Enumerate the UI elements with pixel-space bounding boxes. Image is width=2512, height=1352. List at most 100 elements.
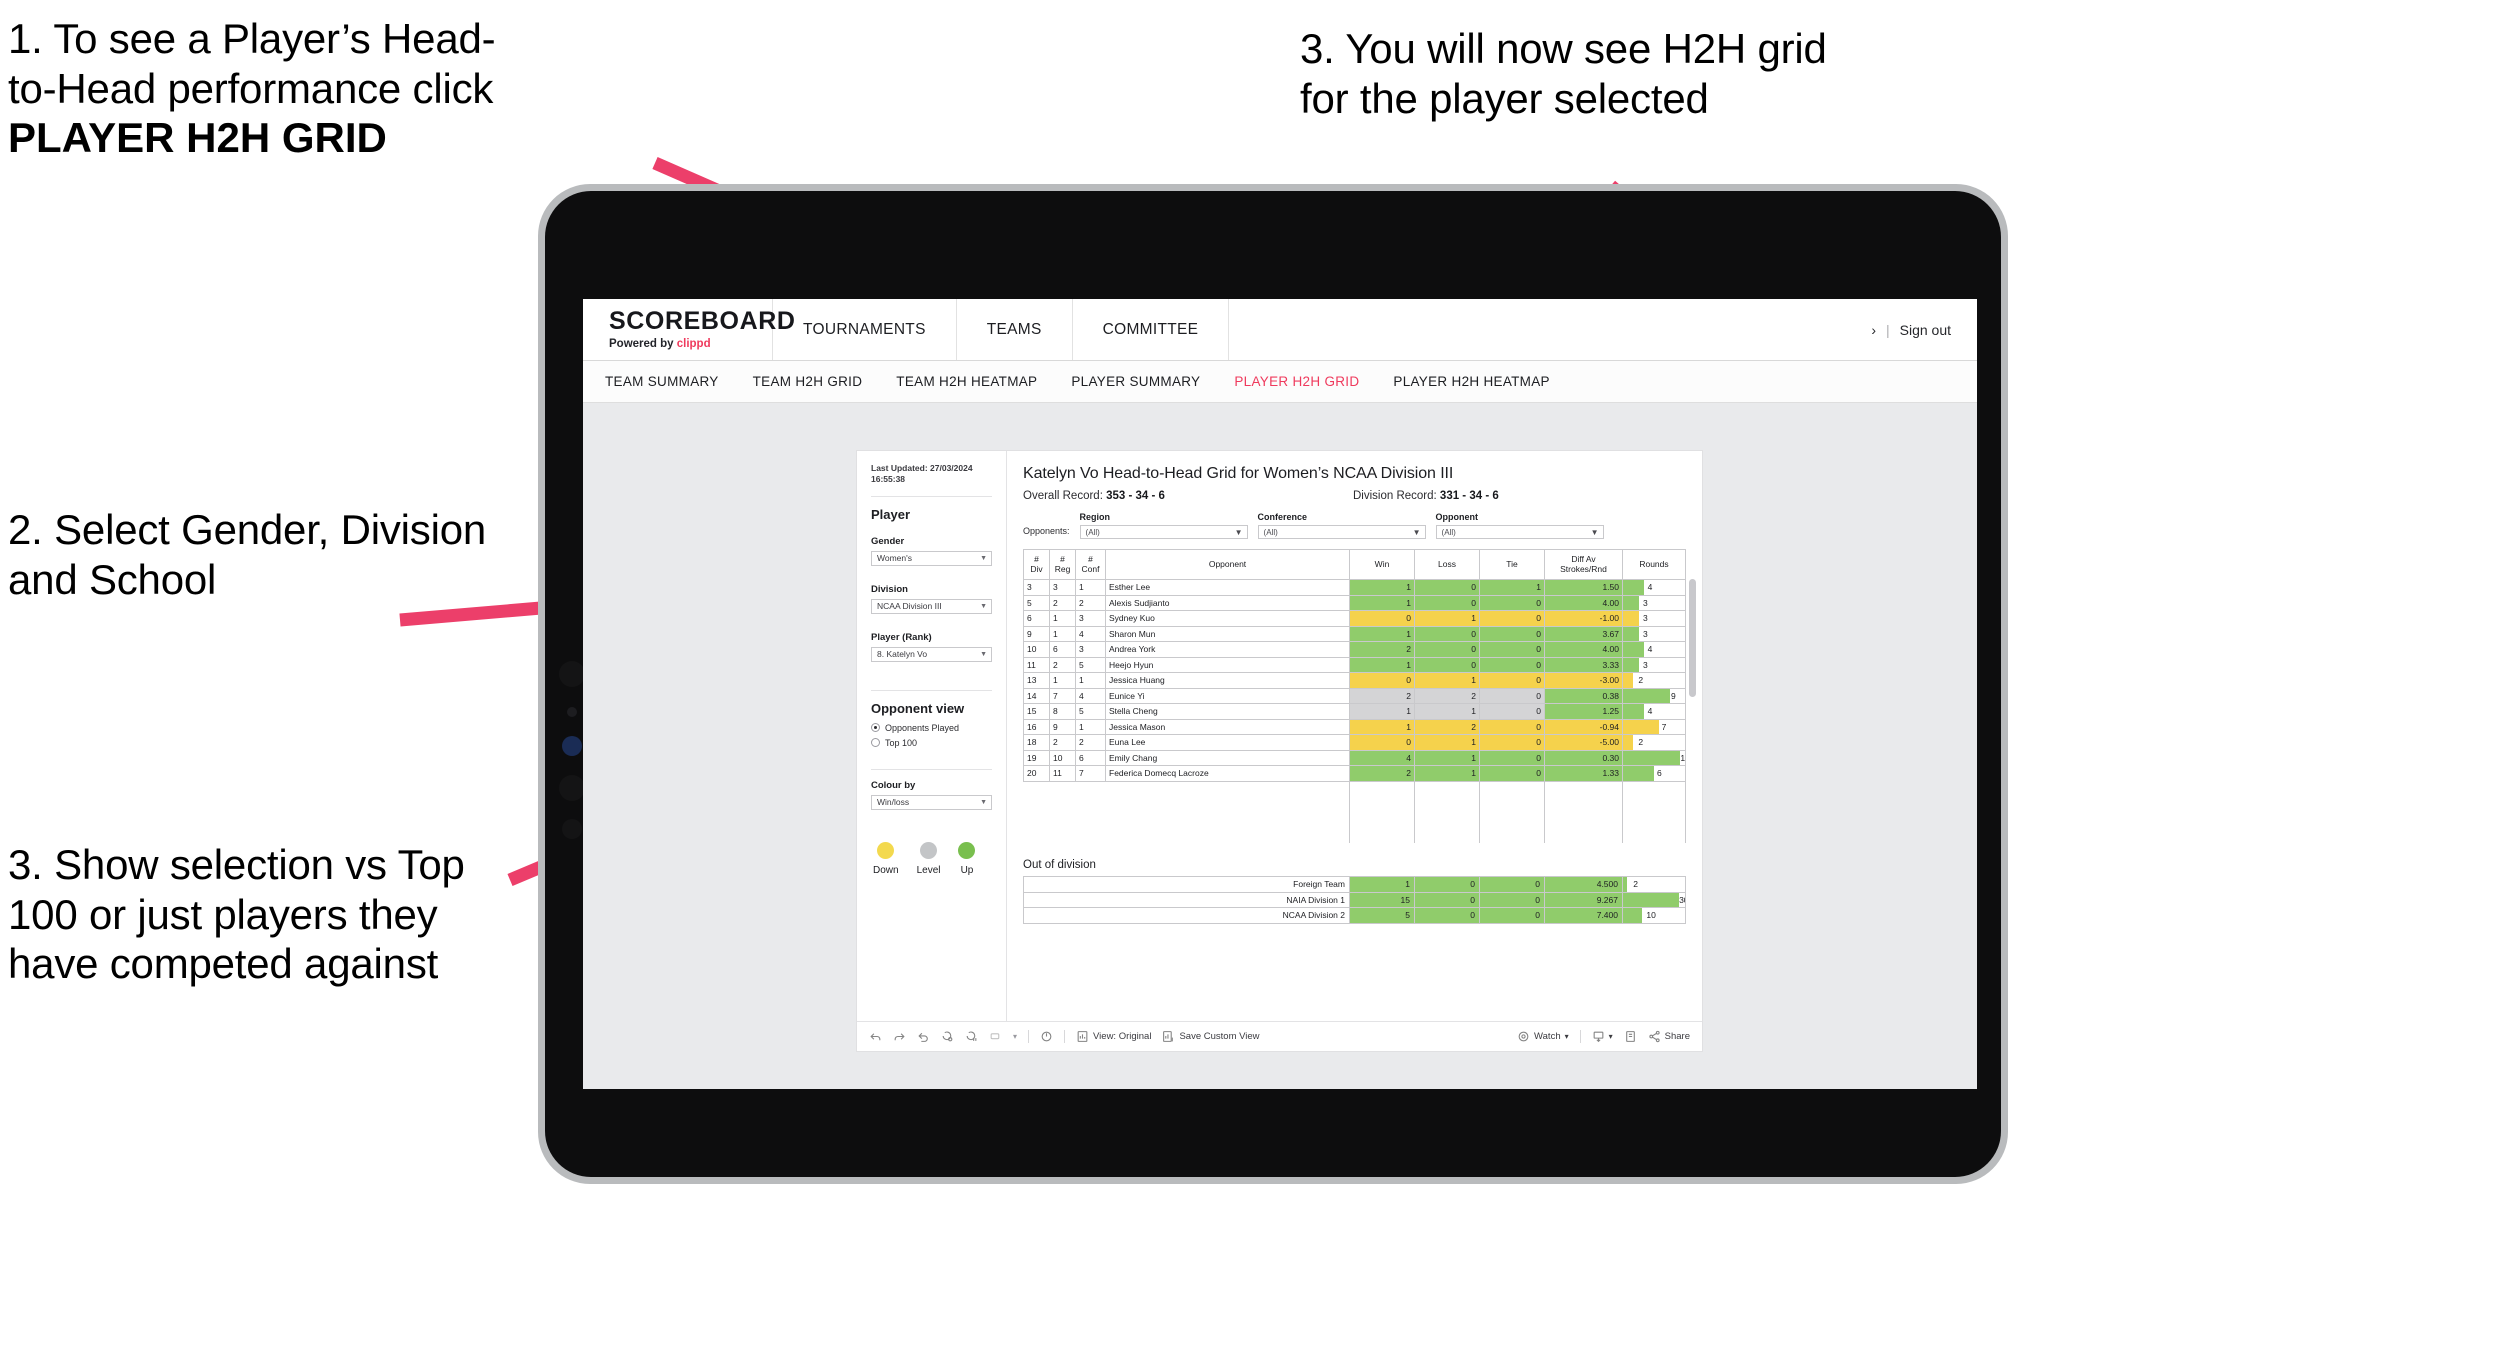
chevron-down-icon: ▼ [980, 554, 987, 562]
gender-select[interactable]: Women's ▼ [871, 550, 992, 566]
cell-opponent: Andrea York [1105, 641, 1350, 658]
callout-1-line-1: 1. To see a Player’s Head- [8, 15, 496, 62]
brand-title: SCOREBOARD [609, 307, 796, 335]
brand-logo[interactable]: SCOREBOARD Powered by clippd [583, 299, 796, 360]
cell-diff: 4.00 [1544, 594, 1623, 611]
table-row[interactable]: 19106Emily Chang4100.3011 [1023, 749, 1686, 766]
share-button[interactable]: Share [1648, 1030, 1690, 1043]
fullscreen-icon[interactable] [1624, 1030, 1637, 1043]
table-row[interactable]: 9 1 4 Sharon Mun 1 0 0 3.67 3 [1023, 625, 1686, 642]
column-header-opponent[interactable]: Opponent [1105, 549, 1350, 580]
table-row[interactable]: 11 2 5 Heejo Hyun 1 0 0 3.33 3 [1023, 656, 1686, 673]
table-row[interactable]: 13 1 1 Jessica Huang 0 1 0 -3.00 2 [1023, 672, 1686, 689]
revert-icon[interactable] [917, 1030, 930, 1043]
callout-1-bold: PLAYER H2H GRID [8, 114, 387, 162]
table-row[interactable]: 5 2 2 Alexis Sudjianto 1 0 0 4.00 3 [1023, 594, 1686, 611]
radio-top-100[interactable]: Top 100 [871, 738, 992, 748]
cell-tie: 0 [1479, 641, 1545, 658]
sign-out-link[interactable]: Sign out [1900, 322, 1951, 338]
pause-icon[interactable] [1040, 1030, 1053, 1043]
filter-divider-2 [871, 689, 992, 691]
out-of-division-row[interactable]: Foreign Team 1 0 0 4.500 2 [1023, 876, 1686, 893]
radio-opponents-played[interactable]: Opponents Played [871, 723, 992, 733]
tab-player-h2h-heatmap[interactable]: PLAYER H2H HEATMAP [1393, 374, 1549, 389]
save-custom-view-button[interactable]: Save Custom View [1162, 1030, 1260, 1043]
column-header-loss[interactable]: Loss [1414, 549, 1480, 580]
table-row[interactable]: 14 7 4 Eunice Yi 2 2 0 0.38 9 [1023, 687, 1686, 704]
redo-icon[interactable] [893, 1030, 906, 1043]
highlight-icon[interactable] [989, 1030, 1002, 1043]
opponent-view-title: Opponent view [871, 700, 965, 716]
column-header-tie[interactable]: Tie [1479, 549, 1545, 580]
table-row[interactable]: 6 1 3 Sydney Kuo 0 1 0 -1.00 3 [1023, 610, 1686, 627]
conference-select[interactable]: (All) ▼ [1257, 525, 1426, 539]
player-rank-select[interactable]: 8. Katelyn Vo ▼ [871, 646, 992, 662]
topnav-item-tournaments[interactable]: TOURNAMENTS [773, 299, 957, 360]
chevron-right-icon[interactable]: › [1871, 322, 1876, 338]
tab-team-h2h-grid[interactable]: TEAM H2H GRID [753, 374, 863, 389]
opponent-label: Opponent [1435, 512, 1479, 522]
watch-button[interactable]: Watch ▾ [1517, 1030, 1569, 1043]
cell-loss: 1 [1414, 610, 1480, 627]
refresh-icon[interactable] [941, 1030, 954, 1043]
topnav-item-committee[interactable]: COMMITTEE [1073, 299, 1230, 360]
undo-icon[interactable] [869, 1030, 882, 1043]
tab-team-h2h-heatmap[interactable]: TEAM H2H HEATMAP [896, 374, 1037, 389]
region-select[interactable]: (All) ▼ [1079, 525, 1248, 539]
cell-group-name: NCAA Division 2 [1023, 907, 1350, 924]
grid-vertical-scrollbar[interactable] [1689, 579, 1696, 697]
cell-reg: 7 [1049, 687, 1076, 704]
tab-player-h2h-grid[interactable]: PLAYER H2H GRID [1234, 374, 1359, 389]
cell-opponent: Esther Lee [1105, 579, 1350, 596]
cell-div: 14 [1023, 687, 1050, 704]
chevron-down-icon: ▾ [1608, 1032, 1613, 1041]
table-row[interactable]: 15 8 5 Stella Cheng 1 1 0 1.25 4 [1023, 703, 1686, 720]
table-row[interactable]: 10 6 3 Andrea York 2 0 0 4.00 4 [1023, 641, 1686, 658]
column-header-rounds[interactable]: Rounds [1622, 549, 1686, 580]
overall-record-value: 353 - 34 - 6 [1106, 490, 1165, 502]
brand-subtitle: Powered by clippd [609, 338, 772, 350]
pause-auto-update-icon[interactable] [965, 1030, 978, 1043]
cell-diff: 4.500 [1544, 876, 1623, 893]
column-header-conf[interactable]: # Conf [1075, 549, 1106, 580]
visualization-card: Last Updated: 27/03/2024 16:55:38 Player… [857, 451, 1702, 1051]
visualization-body: Last Updated: 27/03/2024 16:55:38 Player… [857, 451, 1702, 1021]
overall-record: Overall Record: 353 - 34 - 6 [1023, 490, 1353, 502]
download-button[interactable]: ▾ [1592, 1030, 1613, 1043]
cell-diff: 3.67 [1544, 625, 1623, 642]
colour-by-select[interactable]: Win/loss ▼ [871, 794, 992, 810]
cell-loss: 1 [1414, 765, 1480, 782]
cell-win: 5 [1349, 907, 1415, 924]
column-header-div[interactable]: # Div [1023, 549, 1050, 580]
opponent-select[interactable]: (All) ▼ [1435, 525, 1604, 539]
tab-player-summary[interactable]: PLAYER SUMMARY [1071, 374, 1200, 389]
tab-team-summary[interactable]: TEAM SUMMARY [605, 374, 719, 389]
cell-conf: 3 [1075, 610, 1106, 627]
column-header-win[interactable]: Win [1349, 549, 1415, 580]
table-row[interactable]: 16 9 1 Jessica Mason 1 2 0 -0.94 7 [1023, 718, 1686, 735]
cell-win: 2 [1349, 641, 1415, 658]
cell-tie: 0 [1479, 610, 1545, 627]
cell-reg: 8 [1049, 703, 1076, 720]
chevron-down-icon: ▾ [1564, 1032, 1569, 1041]
topnav-item-teams[interactable]: TEAMS [957, 299, 1073, 360]
cell-conf: 5 [1075, 656, 1106, 673]
column-header-diff-av-strokes-rnd[interactable]: Diff Av Strokes/Rnd [1544, 549, 1623, 580]
division-select[interactable]: NCAA Division III ▼ [871, 598, 992, 614]
cell-loss: 0 [1414, 579, 1480, 596]
column-header-reg[interactable]: # Reg [1049, 549, 1076, 580]
cell-loss: 0 [1414, 907, 1480, 924]
view-original-button[interactable]: View: Original [1076, 1030, 1151, 1043]
cell-reg: 10 [1049, 749, 1076, 766]
save-view-icon [1163, 1031, 1174, 1042]
table-row[interactable]: 3 3 1 Esther Lee 1 0 1 1.50 4 [1023, 579, 1686, 596]
out-of-division-row[interactable]: NAIA Division 115009.26730 [1023, 891, 1686, 908]
out-of-division-row[interactable]: NCAA Division 2 5 0 0 7.400 10 [1023, 907, 1686, 924]
table-row[interactable]: 20 11 7 Federica Domecq Lacroze 2 1 0 1.33 6 [1023, 765, 1686, 782]
table-row[interactable]: 18 2 2 Euna Lee 0 1 0 -5.00 2 [1023, 734, 1686, 751]
cell-diff: 0.30 [1544, 749, 1623, 766]
toolbar-separator-1 [1028, 1030, 1030, 1043]
radio-button-icon [871, 738, 880, 748]
cell-rounds: 30 [1622, 891, 1686, 908]
chevron-down-icon[interactable]: ▾ [1013, 1032, 1017, 1041]
